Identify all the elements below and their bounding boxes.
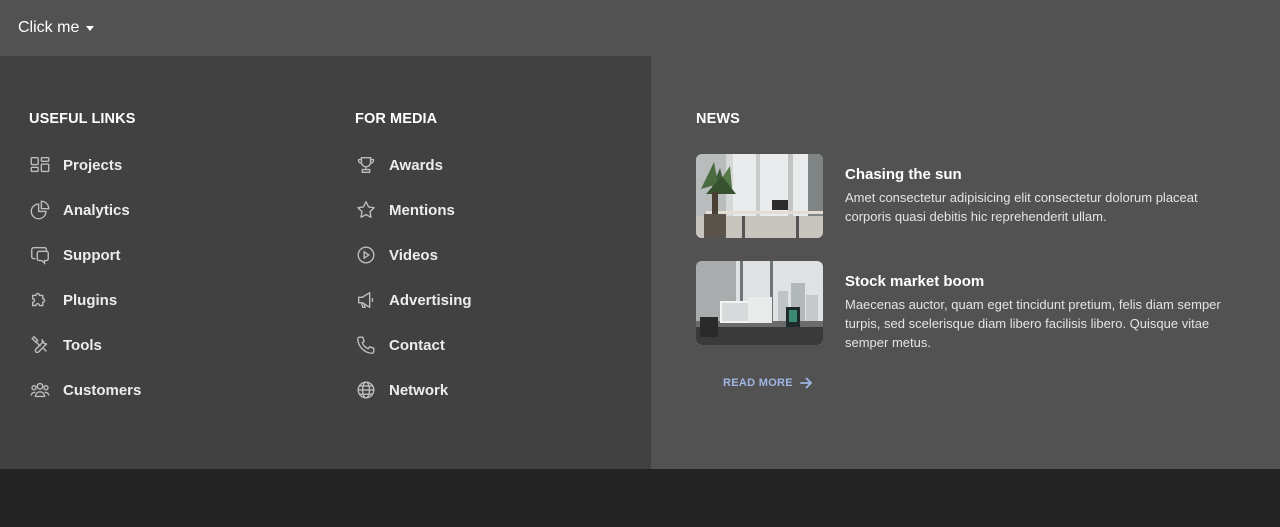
link-support[interactable]: Support bbox=[29, 243, 121, 267]
phone-icon bbox=[357, 336, 375, 354]
news-item-stock-market-boom[interactable]: Stock market boom Maecenas auctor, quam … bbox=[696, 261, 1236, 352]
news-thumbnail bbox=[696, 261, 823, 345]
megaphone-icon bbox=[357, 291, 374, 309]
puzzle-icon bbox=[31, 292, 46, 307]
office-window-image bbox=[696, 154, 823, 238]
caret-down-icon bbox=[86, 25, 95, 31]
link-label: Tools bbox=[63, 336, 102, 354]
link-network[interactable]: Network bbox=[355, 378, 448, 402]
link-customers[interactable]: Customers bbox=[29, 378, 141, 402]
news-description: Amet consectetur adipisicing elit consec… bbox=[845, 190, 1198, 224]
news-text: Stock market boom Maecenas auctor, quam … bbox=[845, 261, 1235, 352]
news-heading: NEWS bbox=[696, 111, 740, 127]
arrow-right-icon bbox=[800, 377, 812, 389]
pie-chart-icon bbox=[30, 200, 50, 220]
news-description: Maecenas auctor, quam eget tincidunt pre… bbox=[845, 297, 1221, 350]
office-desk-image bbox=[696, 261, 823, 345]
link-tools[interactable]: Tools bbox=[29, 333, 102, 357]
link-awards[interactable]: Awards bbox=[355, 153, 443, 177]
link-projects[interactable]: Projects bbox=[29, 153, 122, 177]
link-label: Analytics bbox=[63, 201, 130, 219]
link-advertising[interactable]: Advertising bbox=[355, 288, 472, 312]
link-label: Awards bbox=[389, 156, 443, 174]
link-plugins[interactable]: Plugins bbox=[29, 288, 117, 312]
link-label: Advertising bbox=[389, 291, 472, 309]
news-item-chasing-the-sun[interactable]: Chasing the sun Amet consectetur adipisi… bbox=[696, 154, 1236, 238]
news-title: Chasing the sun bbox=[845, 166, 962, 183]
star-icon bbox=[357, 201, 375, 218]
mega-menu-links-panel: USEFUL LINKS Projects Analytics Support … bbox=[0, 56, 651, 469]
link-mentions[interactable]: Mentions bbox=[355, 198, 455, 222]
link-label: Videos bbox=[389, 246, 438, 264]
users-icon bbox=[30, 382, 50, 398]
read-more-label: READ MORE bbox=[723, 377, 793, 389]
mega-menu-news-panel: NEWS Chasing the sun Amet consectetur ad… bbox=[651, 56, 1280, 469]
link-contact[interactable]: Contact bbox=[355, 333, 445, 357]
link-label: Mentions bbox=[389, 201, 455, 219]
link-videos[interactable]: Videos bbox=[355, 243, 438, 267]
link-label: Contact bbox=[389, 336, 445, 354]
top-bar: Click me bbox=[0, 0, 1280, 56]
play-circle-icon bbox=[357, 246, 375, 264]
useful-links-heading: USEFUL LINKS bbox=[29, 111, 136, 127]
trophy-icon bbox=[357, 156, 375, 174]
projects-icon bbox=[30, 156, 50, 173]
news-title: Stock market boom bbox=[845, 273, 985, 290]
link-label: Projects bbox=[63, 156, 123, 174]
news-thumbnail bbox=[696, 154, 823, 238]
read-more-link[interactable]: READ MORE bbox=[723, 376, 813, 390]
dropdown-trigger-button[interactable]: Click me bbox=[18, 17, 95, 39]
news-text: Chasing the sun Amet consectetur adipisi… bbox=[845, 154, 1235, 238]
globe-icon bbox=[357, 381, 375, 399]
link-label: Customers bbox=[63, 381, 142, 399]
dropdown-trigger-label: Click me bbox=[18, 19, 80, 36]
link-label: Network bbox=[389, 381, 449, 399]
link-label: Plugins bbox=[63, 291, 118, 309]
link-analytics[interactable]: Analytics bbox=[29, 198, 130, 222]
tools-icon bbox=[31, 335, 48, 354]
link-label: Support bbox=[63, 246, 121, 264]
for-media-heading: FOR MEDIA bbox=[355, 111, 438, 127]
chat-icon bbox=[31, 246, 49, 265]
